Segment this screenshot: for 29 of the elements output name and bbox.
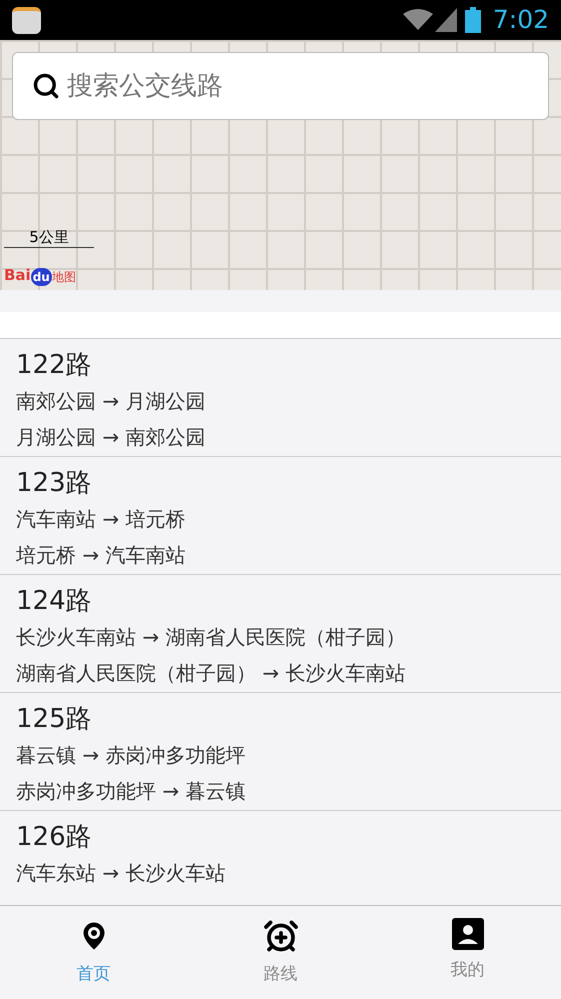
map-scale: 5公里 (4, 226, 94, 248)
route-name: 122路 (16, 349, 92, 382)
clock-time: 7:02 (492, 4, 549, 36)
route-name: 126路 (16, 821, 92, 854)
route-direction: 培元桥 → 汽车南站 (16, 542, 186, 569)
route-direction: 汽车南站 → 培元桥 (16, 506, 186, 533)
route-direction: 南郊公园 → 月湖公园 (16, 388, 206, 415)
user-card-icon (452, 918, 484, 950)
baidu-map-logo: Bai du 地图 (4, 264, 76, 286)
app-store-icon (12, 6, 41, 34)
route-item[interactable]: 122路 南郊公园 → 月湖公园 月湖公园 → 南郊公园 (0, 339, 561, 457)
route-direction: 湖南省人民医院（柑子园） → 长沙火车南站 (16, 660, 406, 687)
search-field[interactable]: 搜索公交线路 (12, 52, 549, 120)
route-direction: 赤岗冲多功能坪 → 暮云镇 (16, 778, 246, 805)
route-item[interactable]: 125路 暮云镇 → 赤岗冲多功能坪 赤岗冲多功能坪 → 暮云镇 (0, 693, 561, 811)
alarm-clock-plus-icon (262, 918, 298, 954)
route-direction: 汽车东站 → 长沙火车站 (16, 860, 226, 887)
route-direction: 长沙火车南站 → 湖南省人民医院（柑子园） (16, 624, 406, 651)
route-direction: 月湖公园 → 南郊公园 (16, 424, 206, 451)
route-name: 124路 (16, 585, 92, 618)
battery-icon (464, 7, 481, 33)
route-name: 125路 (16, 703, 92, 736)
route-item[interactable]: 123路 汽车南站 → 培元桥 培元桥 → 汽车南站 (0, 457, 561, 575)
wifi-icon (402, 8, 433, 32)
route-item[interactable]: 124路 长沙火车南站 → 湖南省人民医院（柑子园） 湖南省人民医院（柑子园） → 长沙火车南站 (0, 575, 561, 693)
signal-icon (434, 8, 457, 32)
search-icon (32, 72, 60, 100)
route-name: 123路 (16, 467, 92, 500)
route-direction: 暮云镇 → 赤岗冲多功能坪 (16, 742, 246, 769)
